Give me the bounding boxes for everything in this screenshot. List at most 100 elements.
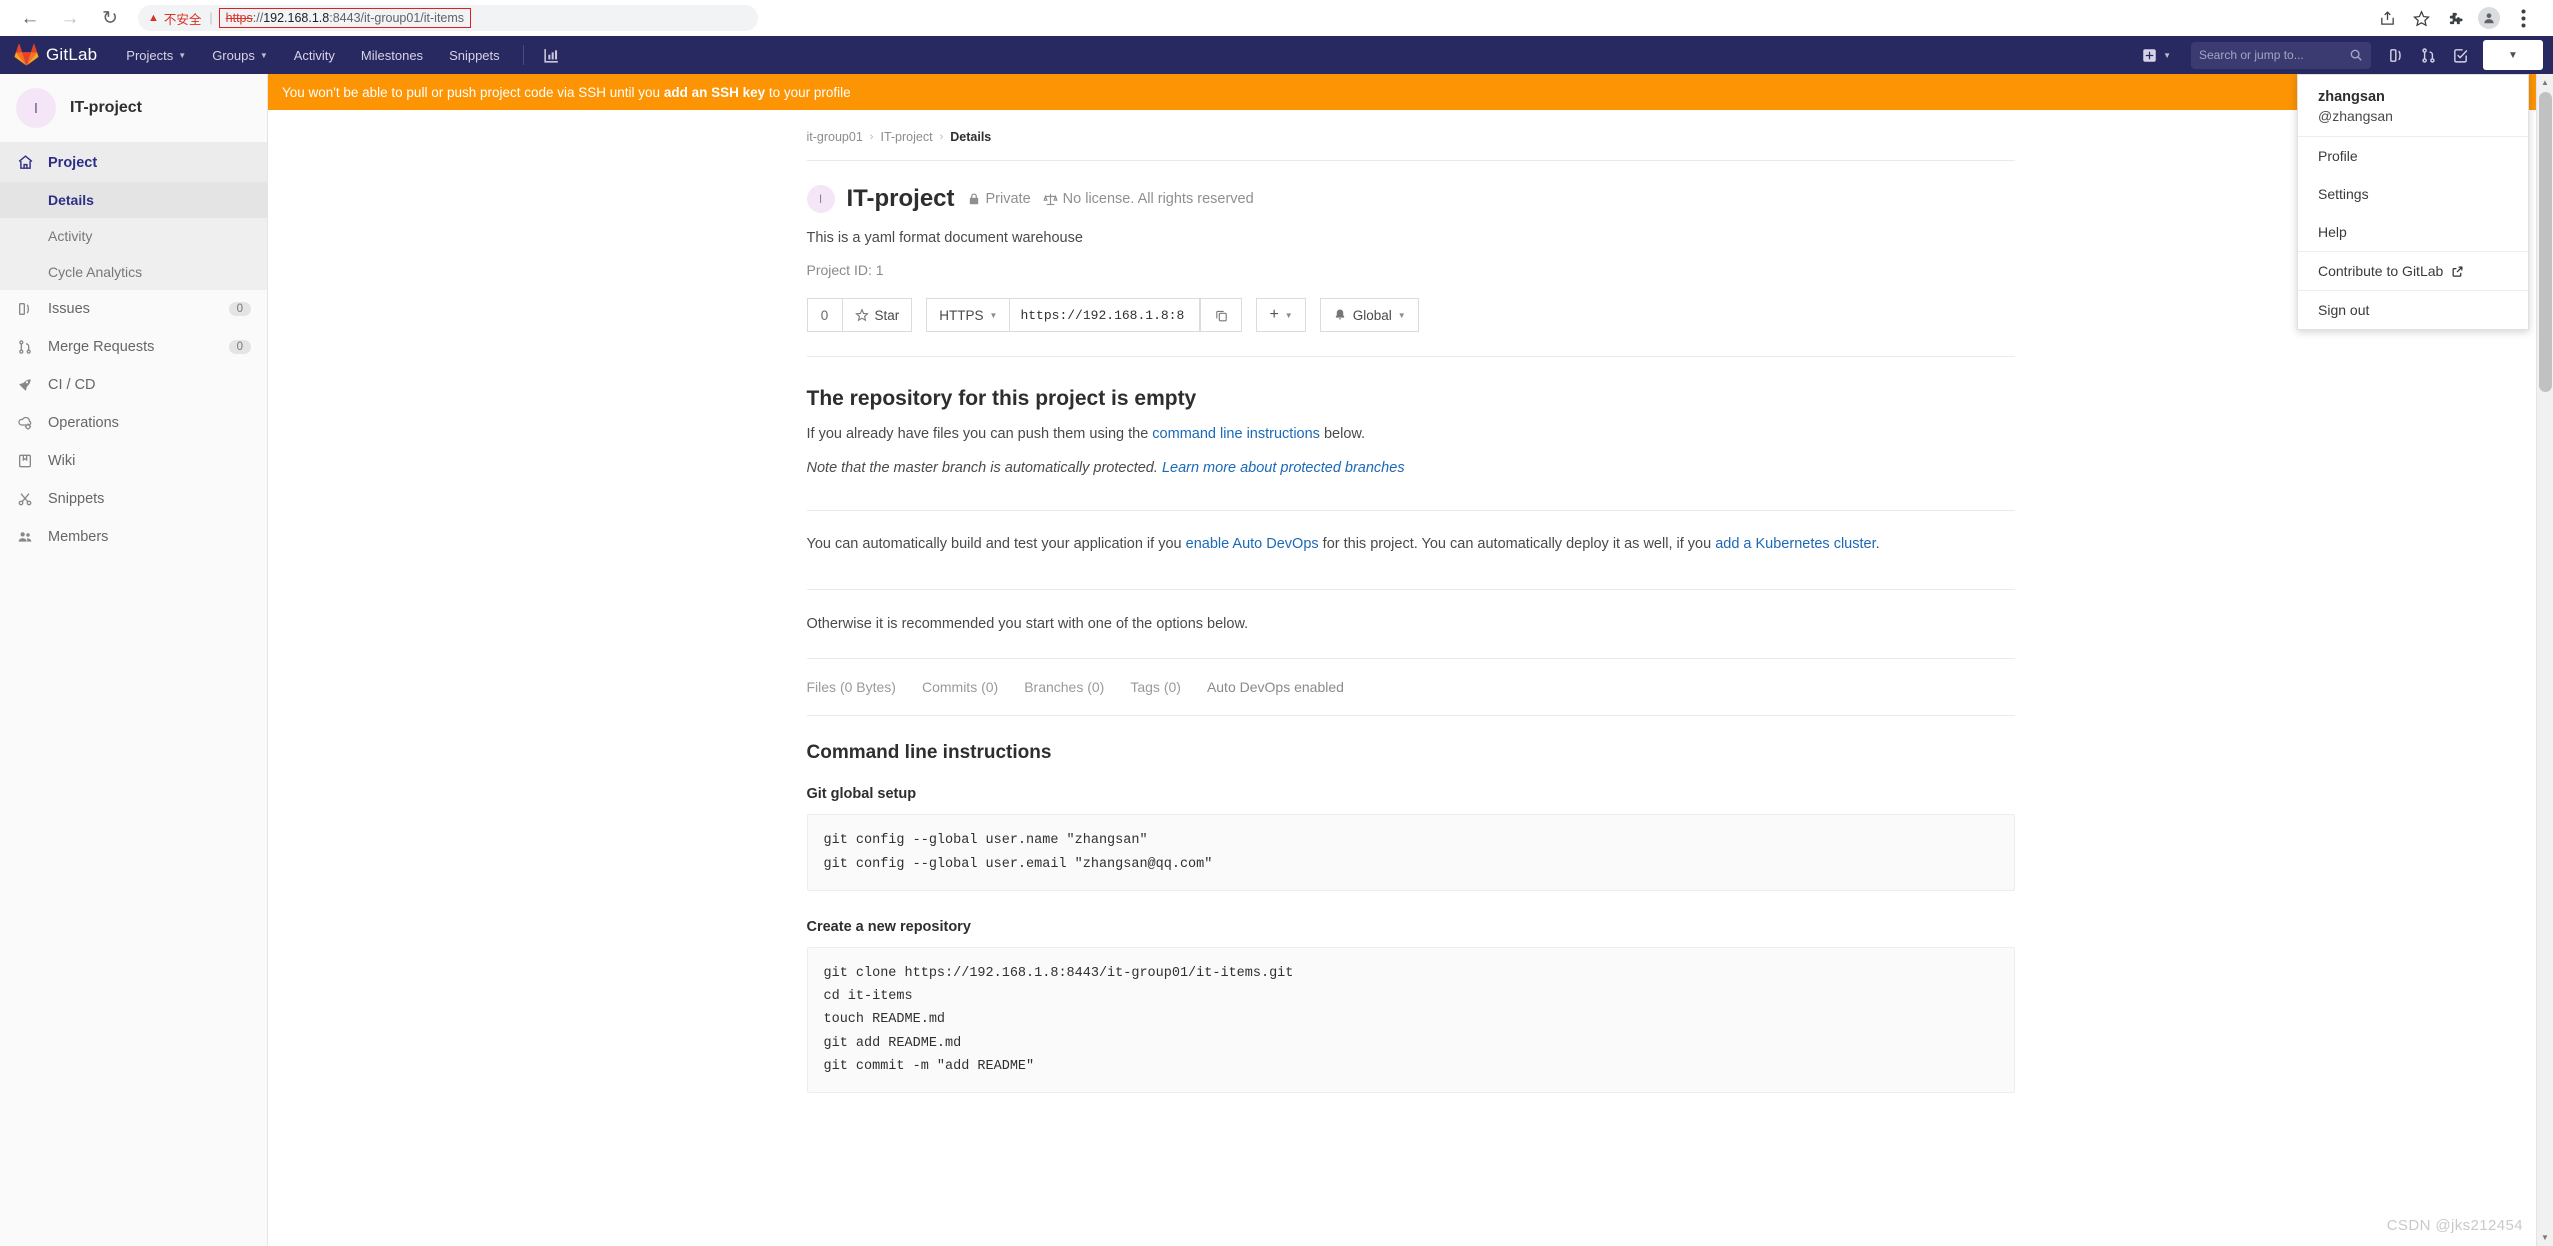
stat-tags[interactable]: Tags (0): [1130, 679, 1181, 695]
notification-group: Global ▼: [1319, 298, 1419, 332]
git-global-setup-code[interactable]: git config --global user.name "zhangsan"…: [806, 814, 2015, 891]
project-add-dropdown[interactable]: + ▼: [1256, 298, 1306, 332]
sidebar-item-issues[interactable]: Issues 0: [0, 290, 267, 328]
main-content: You won't be able to pull or push projec…: [268, 74, 2553, 1246]
user-menu-item-profile[interactable]: Profile: [2298, 137, 2528, 175]
clone-url-group: HTTPS ▼ https://192.168.1.8:8: [926, 298, 1243, 332]
star-button[interactable]: Star: [842, 298, 913, 332]
notification-label: Global: [1352, 307, 1392, 323]
license-label: No license. All rights reserved: [1062, 191, 1254, 207]
sidebar-item-merge-requests[interactable]: Merge Requests 0: [0, 328, 267, 366]
sidebar-item-wiki[interactable]: Wiki: [0, 442, 267, 480]
breadcrumb-item-group[interactable]: it-group01: [807, 130, 863, 144]
command-line-instructions-link[interactable]: command line instructions: [1152, 426, 1320, 442]
todos-check-icon[interactable]: [2445, 40, 2475, 70]
plus-square-icon: [2143, 48, 2156, 62]
user-menu-item-sign-out[interactable]: Sign out: [2298, 291, 2528, 329]
stat-commits[interactable]: Commits (0): [922, 679, 998, 695]
chevron-down-icon: ▼: [178, 50, 187, 60]
sidebar-item-project-label: Project: [48, 154, 98, 171]
operations-gear-icon: [16, 415, 34, 431]
app-shell: I IT-project Project Details Activity Cy…: [0, 74, 2553, 1246]
url-port: :8443: [329, 11, 361, 25]
sidebar-project-header[interactable]: I IT-project: [0, 74, 267, 143]
address-bar[interactable]: ▲ 不安全 | https://192.168.1.8:8443/it-grou…: [138, 5, 758, 31]
command-line-instructions-title: Command line instructions: [806, 742, 1052, 764]
search-input[interactable]: [2199, 48, 2349, 62]
enable-auto-devops-link[interactable]: enable Auto DevOps: [1186, 536, 1319, 552]
page-container: it-group01 › IT-project › Details I IT-p…: [806, 110, 2015, 1093]
auto-devops-text: You can automatically build and test you…: [807, 511, 2015, 563]
reload-icon[interactable]: ↻: [92, 3, 128, 33]
sidebar-item-project[interactable]: Project: [0, 143, 267, 182]
nav-link-snippets[interactable]: Snippets: [436, 36, 513, 74]
merge-requests-icon[interactable]: [2413, 40, 2443, 70]
scissors-icon: [16, 491, 34, 507]
scrollbar-up-arrow-icon[interactable]: ▲: [2537, 74, 2553, 91]
user-avatar-dropdown[interactable]: ▼: [2483, 40, 2543, 70]
scrollbar-thumb[interactable]: [2539, 92, 2552, 392]
copy-url-button[interactable]: [1200, 298, 1243, 332]
add-kubernetes-cluster-link[interactable]: add a Kubernetes cluster: [1715, 536, 1875, 552]
search-box[interactable]: [2191, 41, 2371, 69]
profile-avatar-icon[interactable]: [2473, 3, 2505, 33]
user-menu-item-help[interactable]: Help: [2298, 213, 2528, 251]
empty-repo-push-text: If you already have files you can push t…: [807, 411, 2015, 442]
members-icon: [16, 529, 34, 545]
plus-icon: +: [1269, 306, 1279, 323]
stat-files[interactable]: Files (0 Bytes): [807, 679, 896, 695]
issues-icon[interactable]: [2381, 40, 2411, 70]
project-details-page: it-group01 › IT-project › Details I IT-p…: [268, 110, 2553, 1093]
sidebar-item-cycle-analytics[interactable]: Cycle Analytics: [0, 254, 267, 290]
gitlab-logo-link[interactable]: GitLab: [8, 43, 113, 67]
sidebar-item-activity[interactable]: Activity: [0, 218, 267, 254]
clone-protocol-label: HTTPS: [939, 307, 984, 323]
notification-dropdown[interactable]: Global ▼: [1319, 298, 1419, 332]
merge-requests-count-badge: 0: [228, 340, 251, 354]
ssh-key-banner: You won't be able to pull or push projec…: [268, 74, 2553, 110]
home-icon: [16, 154, 34, 171]
user-menu-item-settings[interactable]: Settings: [2298, 175, 2528, 213]
star-icon: [854, 308, 869, 322]
rocket-icon: [16, 377, 34, 393]
lock-icon: [969, 193, 978, 205]
scrollbar-down-arrow-icon[interactable]: ▼: [2537, 1229, 2553, 1246]
add-ssh-key-link[interactable]: add an SSH key: [664, 85, 765, 100]
sidebar-item-members[interactable]: Members: [0, 518, 267, 556]
clone-url-field[interactable]: https://192.168.1.8:8: [1010, 298, 1201, 332]
nav-link-snippets-label: Snippets: [449, 47, 500, 63]
nav-link-groups[interactable]: Groups ▼: [199, 36, 281, 74]
share-icon[interactable]: [2371, 3, 2403, 33]
protected-branches-link[interactable]: Learn more about protected branches: [1162, 460, 1405, 476]
page-title: IT-project: [846, 185, 955, 212]
sidebar-item-ci-cd[interactable]: CI / CD: [0, 366, 267, 404]
browser-menu-icon[interactable]: [2507, 3, 2539, 33]
repo-stats-row: Files (0 Bytes) Commits (0) Branches (0)…: [807, 659, 2015, 715]
navbar-divider: [522, 45, 524, 65]
extensions-puzzle-icon[interactable]: [2439, 3, 2471, 33]
breadcrumb-item-project[interactable]: IT-project: [880, 130, 932, 144]
project-actions-row: 0 Star HTTPS ▼ https://192.168.1.8:8 + ▼…: [806, 278, 2015, 356]
omnibox-divider: |: [209, 11, 213, 25]
forward-icon[interactable]: →: [52, 3, 88, 33]
back-icon[interactable]: ←: [12, 3, 48, 33]
nav-link-projects[interactable]: Projects ▼: [113, 36, 199, 74]
empty-repository-section: The repository for this project is empty…: [807, 357, 2015, 486]
stat-branches[interactable]: Branches (0): [1024, 679, 1104, 695]
visibility-badge: Private: [967, 191, 1031, 207]
nav-link-activity[interactable]: Activity: [281, 36, 348, 74]
add-dropdown-group: + ▼: [1256, 298, 1306, 332]
not-secure-label: 不安全: [163, 12, 202, 27]
create-new-repository-code[interactable]: git clone https://192.168.1.8:8443/it-gr…: [806, 946, 2015, 1093]
license-badge: No license. All rights reserved: [1042, 191, 1254, 207]
user-menu-item-contribute[interactable]: Contribute to GitLab: [2298, 252, 2528, 290]
new-item-dropdown[interactable]: ▼: [2132, 48, 2181, 63]
bookmark-star-icon[interactable]: [2405, 3, 2437, 33]
sidebar-item-operations[interactable]: Operations: [0, 404, 267, 442]
page-scrollbar[interactable]: ▲ ▼: [2536, 74, 2553, 1246]
clone-protocol-dropdown[interactable]: HTTPS ▼: [926, 298, 1011, 332]
sidebar-item-snippets[interactable]: Snippets: [0, 480, 267, 518]
nav-link-milestones[interactable]: Milestones: [348, 36, 436, 74]
sidebar-item-details[interactable]: Details: [0, 182, 267, 218]
chart-bar-icon[interactable]: [534, 46, 569, 65]
